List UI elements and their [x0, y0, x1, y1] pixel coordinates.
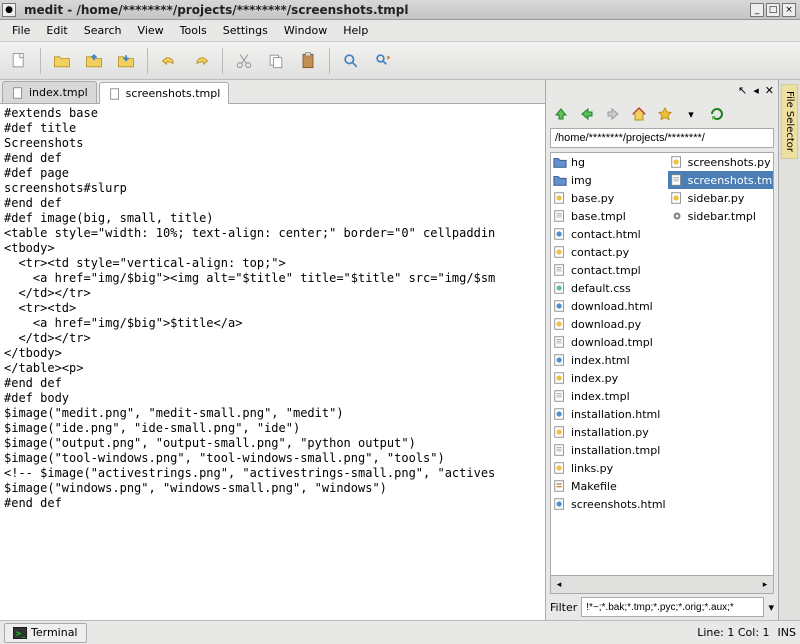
menu-edit[interactable]: Edit: [38, 22, 75, 39]
svg-text:>_: >_: [15, 629, 27, 638]
find-button[interactable]: [336, 46, 366, 76]
statusbar: >_ Terminal Line: 1 Col: 1 INS: [0, 620, 800, 644]
editor-tabs: index.tmplscreenshots.tmpl: [0, 80, 545, 104]
file-item[interactable]: hg: [551, 153, 668, 171]
path-field-container: [550, 128, 774, 150]
file-item[interactable]: contact.tmpl: [551, 261, 668, 279]
file-list-hscroll[interactable]: ◂ ▸: [550, 576, 774, 594]
filter-dropdown-icon[interactable]: ▾: [768, 601, 774, 614]
file-item[interactable]: contact.html: [551, 225, 668, 243]
new-file-button[interactable]: [4, 46, 34, 76]
file-item[interactable]: index.tmpl: [551, 387, 668, 405]
panel-min-icon[interactable]: ◂: [753, 84, 759, 97]
file-item[interactable]: Makefile: [551, 477, 668, 495]
side-tab-strip: File Selector: [778, 80, 800, 620]
paste-button[interactable]: [293, 46, 323, 76]
insert-mode[interactable]: INS: [778, 626, 796, 639]
file-item[interactable]: sidebar.py: [668, 189, 774, 207]
find-replace-button[interactable]: [368, 46, 398, 76]
redo-button[interactable]: [186, 46, 216, 76]
path-input[interactable]: [550, 128, 774, 148]
window-titlebar: ● medit - /home/********/projects/******…: [0, 0, 800, 20]
nav-home-icon[interactable]: [628, 103, 650, 125]
panel-undock-icon[interactable]: ↖: [738, 84, 747, 97]
file-item[interactable]: base.tmpl: [551, 207, 668, 225]
menu-tools[interactable]: Tools: [172, 22, 215, 39]
main-area: index.tmplscreenshots.tmpl #extends base…: [0, 80, 800, 620]
menu-view[interactable]: View: [130, 22, 172, 39]
menu-window[interactable]: Window: [276, 22, 335, 39]
filter-input[interactable]: [581, 597, 764, 617]
editor-textarea[interactable]: #extends base #def title Screenshots #en…: [0, 104, 545, 620]
nav-up-icon[interactable]: [550, 103, 572, 125]
file-item[interactable]: installation.py: [551, 423, 668, 441]
panel-header: ↖ ◂ ✕: [546, 80, 778, 100]
nav-forward-icon[interactable]: [602, 103, 624, 125]
nav-bookmark-icon[interactable]: [654, 103, 676, 125]
file-item[interactable]: sidebar.tmpl: [668, 207, 774, 225]
nav-back-icon[interactable]: [576, 103, 598, 125]
maximize-button[interactable]: □: [766, 3, 780, 17]
nav-dropdown-icon[interactable]: ▾: [680, 103, 702, 125]
menu-settings[interactable]: Settings: [215, 22, 276, 39]
close-window-button[interactable]: ×: [782, 3, 796, 17]
scroll-right-icon[interactable]: ▸: [757, 577, 773, 593]
terminal-label: Terminal: [31, 626, 78, 639]
file-item[interactable]: index.py: [551, 369, 668, 387]
editor-tab[interactable]: screenshots.tmpl: [99, 82, 230, 104]
file-item[interactable]: default.css: [551, 279, 668, 297]
file-item[interactable]: img: [551, 171, 668, 189]
editor-pane: index.tmplscreenshots.tmpl #extends base…: [0, 80, 546, 620]
filter-label: Filter: [550, 601, 577, 614]
editor-tab[interactable]: index.tmpl: [2, 81, 97, 103]
filter-row: Filter ▾: [546, 594, 778, 620]
file-item[interactable]: screenshots.html: [551, 495, 668, 513]
menu-search[interactable]: Search: [76, 22, 130, 39]
menu-file[interactable]: File: [4, 22, 38, 39]
file-item[interactable]: download.tmpl: [551, 333, 668, 351]
save-button[interactable]: [79, 46, 109, 76]
window-menu-icon[interactable]: ●: [2, 3, 16, 17]
file-item[interactable]: index.html: [551, 351, 668, 369]
file-item[interactable]: screenshots.tmpl: [668, 171, 774, 189]
scroll-left-icon[interactable]: ◂: [551, 577, 567, 593]
file-item[interactable]: screenshots.py: [668, 153, 774, 171]
copy-button[interactable]: [261, 46, 291, 76]
file-nav-toolbar: ▾: [546, 100, 778, 128]
window-title: medit - /home/********/projects/********…: [18, 3, 750, 17]
menu-help[interactable]: Help: [335, 22, 376, 39]
file-item[interactable]: base.py: [551, 189, 668, 207]
terminal-button[interactable]: >_ Terminal: [4, 623, 87, 643]
terminal-icon: >_: [13, 627, 27, 639]
file-item[interactable]: installation.html: [551, 405, 668, 423]
file-selector-tab[interactable]: File Selector: [781, 84, 798, 159]
menubar: FileEditSearchViewToolsSettingsWindowHel…: [0, 20, 800, 42]
cursor-position: Line: 1 Col: 1: [697, 626, 769, 639]
file-selector-panel: ↖ ◂ ✕ ▾ hgimgbase.pybase.tmplcontact.htm…: [546, 80, 778, 620]
open-button[interactable]: [47, 46, 77, 76]
toolbar: [0, 42, 800, 80]
minimize-button[interactable]: _: [750, 3, 764, 17]
undo-button[interactable]: [154, 46, 184, 76]
save-as-button[interactable]: [111, 46, 141, 76]
panel-close-icon[interactable]: ✕: [765, 84, 774, 97]
file-item[interactable]: download.html: [551, 297, 668, 315]
nav-reload-icon[interactable]: [706, 103, 728, 125]
file-item[interactable]: download.py: [551, 315, 668, 333]
file-item[interactable]: contact.py: [551, 243, 668, 261]
cut-button[interactable]: [229, 46, 259, 76]
file-list[interactable]: hgimgbase.pybase.tmplcontact.htmlcontact…: [550, 152, 774, 576]
file-item[interactable]: links.py: [551, 459, 668, 477]
file-item[interactable]: installation.tmpl: [551, 441, 668, 459]
